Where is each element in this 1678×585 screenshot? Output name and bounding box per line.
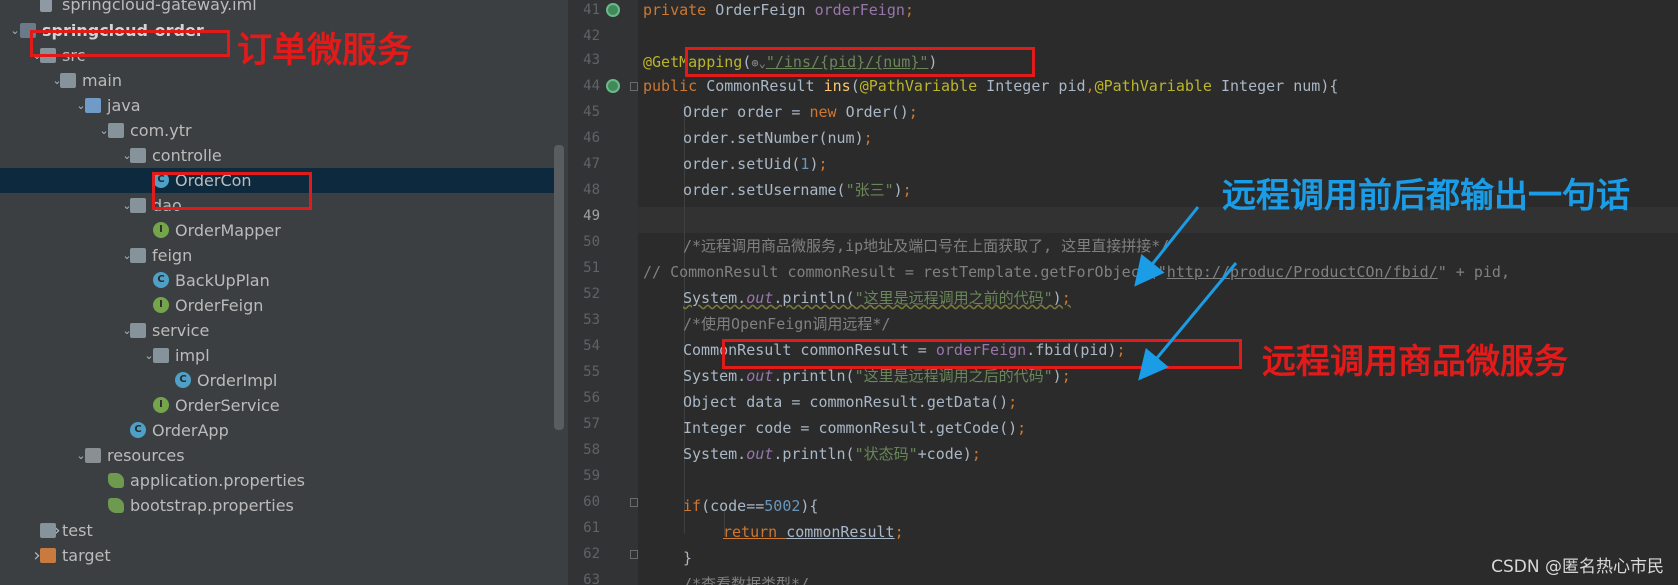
watermark: CSDN @匿名热心市民 (1491, 557, 1664, 577)
arrow-to-print-after (1138, 262, 1238, 381)
arrow-to-print-before (1134, 206, 1200, 287)
annotation-arrows (1134, 206, 1238, 381)
